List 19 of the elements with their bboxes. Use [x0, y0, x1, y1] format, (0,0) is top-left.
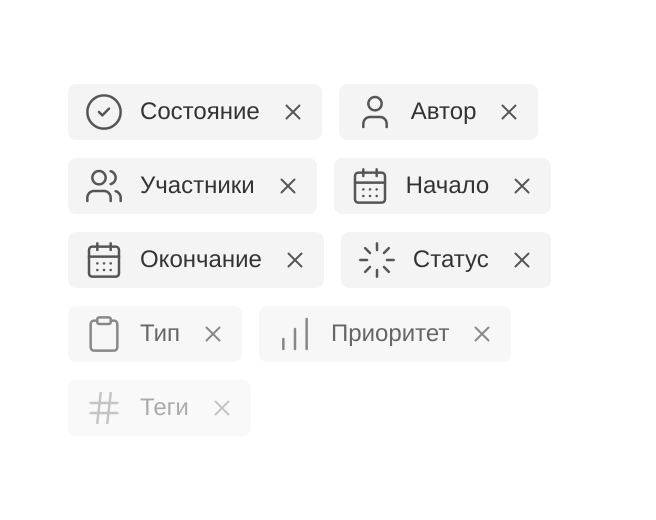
loader-icon — [356, 240, 397, 280]
filter-chip[interactable]: Состояние — [68, 84, 322, 140]
chip-label: Автор — [410, 97, 476, 127]
chip-label: Теги — [140, 393, 189, 423]
chip-label: Состояние — [140, 97, 260, 127]
chip-label: Приоритет — [331, 319, 450, 349]
chip-label: Начало — [406, 171, 490, 201]
filter-chip[interactable]: Тип — [68, 306, 242, 362]
filter-chip[interactable]: Приоритет — [259, 306, 512, 362]
filter-chip[interactable]: Статус — [340, 232, 551, 288]
check-circle-icon — [84, 92, 124, 132]
chip-label: Участники — [140, 171, 255, 201]
chip-label: Тип — [140, 319, 180, 349]
chip-label: Статус — [412, 245, 489, 275]
filter-chip[interactable]: Начало — [334, 158, 552, 214]
filter-chip[interactable]: Участники — [68, 158, 317, 214]
filter-chip[interactable]: Окончание — [68, 232, 324, 288]
filter-chip[interactable]: Автор — [338, 84, 538, 140]
chip-label: Окончание — [140, 245, 262, 275]
